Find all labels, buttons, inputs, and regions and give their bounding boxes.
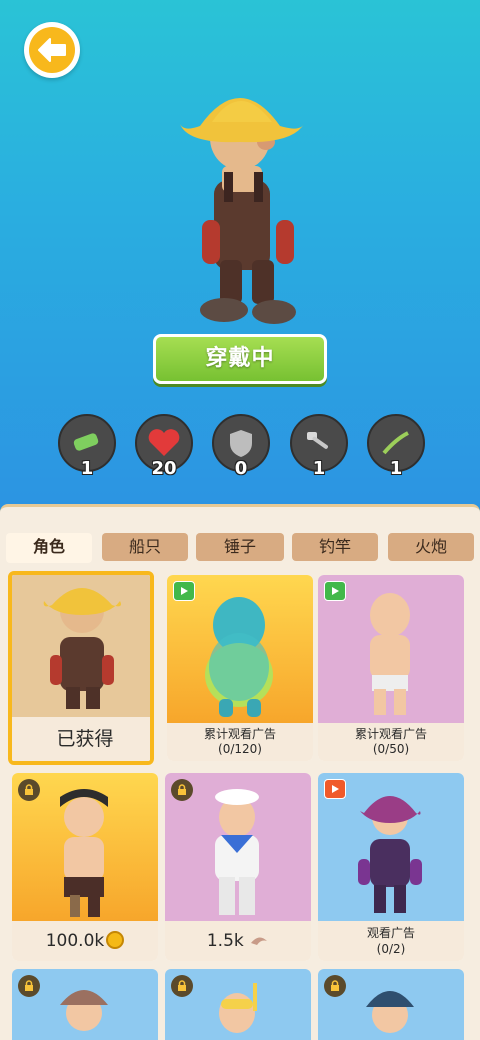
card-status-label: 累计观看广告	[203, 727, 276, 741]
character-art	[318, 575, 464, 723]
card-status: 累计观看广告 (0/50)	[318, 723, 464, 761]
card-status: 观看广告 (0/2)	[318, 921, 464, 961]
coin-icon	[106, 931, 125, 949]
character-preview-scene: 穿戴中 1 20 0 1 1	[0, 0, 480, 520]
tab-boats[interactable]: 船只	[102, 533, 188, 561]
card-status-label: 累计观看广告	[354, 727, 427, 741]
card-status-progress: (0/2)	[376, 942, 406, 956]
character-art	[165, 773, 311, 921]
tab-characters[interactable]: 角色	[6, 533, 92, 563]
hammer-icon	[307, 432, 328, 449]
card-status-label: 观看广告	[366, 926, 415, 940]
equipped-button[interactable]: 穿戴中	[153, 334, 327, 384]
card-status: 已获得	[12, 717, 150, 761]
price-value: 1.5k	[206, 931, 244, 951]
fisherman-character	[180, 98, 304, 324]
character-card-fisherman[interactable]: 已获得	[8, 571, 154, 765]
character-art	[12, 773, 158, 921]
shell-currency-icon	[251, 937, 268, 945]
tab-rods[interactable]: 钓竿	[292, 533, 378, 561]
character-art	[12, 575, 150, 717]
character-card-locked[interactable]	[12, 969, 158, 1040]
heart-icon	[148, 429, 180, 456]
tab-hammers[interactable]: 锤子	[196, 533, 284, 561]
watch-ad-icon	[173, 581, 195, 601]
character-card-swimmer[interactable]: 累计观看广告 (0/50)	[318, 575, 464, 761]
shop-panel: 角色 船只 锤子 钓竿 火炮 已获得 累计观看广告 (0/120) 累计观看广告…	[0, 504, 480, 1040]
stat-value: 1	[80, 458, 94, 479]
shield-icon	[230, 430, 252, 457]
card-status-progress: (0/120)	[218, 742, 262, 756]
character-card-sailor[interactable]: 1.5k	[165, 773, 311, 961]
lock-icon	[171, 975, 193, 997]
lock-icon	[18, 779, 40, 801]
card-status: 累计观看广告 (0/120)	[167, 723, 313, 761]
price-value: 100.0k	[45, 931, 105, 951]
card-status-progress: (0/50)	[372, 742, 410, 756]
lock-icon	[324, 975, 346, 997]
character-card-dino[interactable]: 累计观看广告 (0/120)	[167, 575, 313, 761]
stat-value: 1	[389, 458, 403, 479]
lock-icon	[18, 975, 40, 997]
fishing-rod-icon	[382, 431, 409, 455]
character-card-pirate[interactable]: 100.0k	[12, 773, 158, 961]
lock-icon	[171, 779, 193, 801]
character-art	[167, 575, 313, 723]
stat-value: 1	[312, 458, 326, 479]
character-art	[318, 773, 464, 921]
back-arrow-icon	[38, 38, 66, 62]
watch-ad-icon	[324, 581, 346, 601]
back-button[interactable]	[24, 22, 80, 78]
card-price: 1.5k	[165, 921, 311, 961]
character-card-blue-hat[interactable]	[318, 969, 464, 1040]
character-card-purple-fisherman[interactable]: 观看广告 (0/2)	[318, 773, 464, 961]
rod-icon	[73, 433, 99, 451]
stat-value: 20	[151, 458, 177, 479]
stat-value: 0	[234, 458, 248, 479]
card-price: 100.0k	[12, 921, 158, 961]
character-card-diver[interactable]	[165, 969, 311, 1040]
category-tabs: 角色 船只 锤子 钓竿 火炮	[6, 533, 474, 563]
watch-ad-icon	[324, 779, 346, 799]
tab-cannons[interactable]: 火炮	[388, 533, 474, 561]
